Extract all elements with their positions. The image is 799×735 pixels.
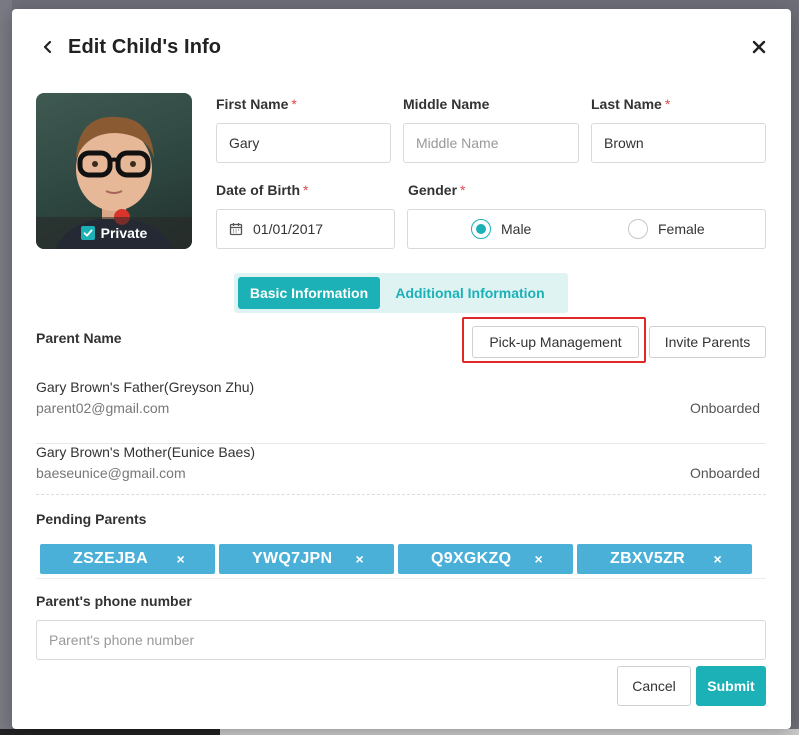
required-asterisk: *	[303, 182, 309, 198]
parent-row: Gary Brown's Mother(Eunice Baes) baeseun…	[36, 444, 766, 509]
private-label: Private	[100, 225, 148, 241]
backdrop-bottom-dark	[0, 729, 220, 735]
private-checkbox[interactable]	[80, 226, 95, 240]
middle-name-input[interactable]	[403, 123, 579, 163]
pending-parents-title: Pending Parents	[36, 511, 147, 527]
invite-parents-button[interactable]: Invite Parents	[649, 326, 766, 358]
cancel-button[interactable]: Cancel	[617, 666, 691, 706]
pending-code: ZBXV5ZR	[610, 550, 685, 567]
info-tabs: Basic Information Additional Information	[234, 273, 568, 313]
dob-label-text: Date of Birth	[216, 182, 300, 198]
parent-email: parent02@gmail.com	[36, 400, 170, 416]
parent-row: Gary Brown's Father(Greyson Zhu) parent0…	[36, 379, 766, 444]
tab-basic-information[interactable]: Basic Information	[238, 277, 380, 309]
required-asterisk: *	[460, 182, 466, 198]
last-name-label-text: Last Name	[591, 96, 662, 112]
gender-label: Gender *	[408, 182, 465, 198]
private-toggle[interactable]: Private	[36, 217, 192, 249]
parent-status: Onboarded	[689, 400, 760, 416]
pickup-management-button[interactable]: Pick-up Management	[472, 326, 639, 358]
remove-code-button[interactable]: ×	[177, 551, 185, 567]
pending-code-chip: YWQ7JPN ×	[219, 544, 394, 574]
remove-code-button[interactable]: ×	[714, 551, 722, 567]
pending-code: YWQ7JPN	[252, 550, 333, 567]
gender-female-label: Female	[658, 221, 705, 237]
parent-name: Gary Brown's Father(Greyson Zhu)	[36, 379, 255, 395]
modal-title: Edit Child's Info	[68, 35, 222, 58]
pending-code: Q9XGKZQ	[431, 550, 512, 567]
close-button[interactable]	[749, 37, 769, 57]
check-icon	[83, 229, 93, 237]
pending-code-chip: ZBXV5ZR ×	[577, 544, 752, 574]
modal-header: Edit Child's Info	[38, 35, 769, 59]
pending-codes-list: ZSZEJBA × YWQ7JPN × Q9XGKZQ × ZBXV5ZR ×	[40, 544, 752, 574]
parent-status: Onboarded	[689, 465, 760, 481]
first-name-label: First Name *	[216, 96, 297, 112]
parent-name-title: Parent Name	[36, 330, 122, 346]
pending-code-chip: ZSZEJBA ×	[40, 544, 215, 574]
backdrop-strip	[0, 0, 12, 735]
calendar-icon	[229, 223, 243, 236]
first-name-label-text: First Name	[216, 96, 289, 112]
pending-code: ZSZEJBA	[73, 550, 148, 567]
edit-child-modal: Edit Child's Info Private First Name * G…	[12, 9, 791, 729]
required-asterisk: *	[291, 96, 297, 112]
gender-male-label: Male	[501, 221, 532, 237]
chevron-left-icon	[43, 40, 52, 54]
radio-male[interactable]	[471, 219, 491, 239]
tab-additional-information[interactable]: Additional Information	[380, 277, 560, 309]
gender-option-male[interactable]: Male	[471, 219, 531, 239]
first-name-input[interactable]	[216, 123, 391, 163]
chips-divider	[36, 578, 766, 579]
submit-button[interactable]: Submit	[696, 666, 766, 706]
back-button[interactable]	[38, 37, 58, 57]
dob-label: Date of Birth *	[216, 182, 308, 198]
dob-value: 01/01/2017	[253, 221, 324, 237]
gender-option-female[interactable]: Female	[628, 219, 705, 239]
gender-label-text: Gender	[408, 182, 458, 198]
dob-input[interactable]: 01/01/2017	[216, 209, 395, 249]
radio-female[interactable]	[628, 219, 648, 239]
parent-email: baeseunice@gmail.com	[36, 465, 186, 481]
remove-code-button[interactable]: ×	[535, 551, 543, 567]
last-name-input[interactable]	[591, 123, 766, 163]
last-name-label: Last Name *	[591, 96, 670, 112]
section-divider	[36, 494, 766, 495]
phone-number-title: Parent's phone number	[36, 593, 192, 609]
middle-name-label: Middle Name	[403, 96, 490, 112]
child-photo[interactable]: Private	[36, 93, 192, 249]
parent-name: Gary Brown's Mother(Eunice Baes)	[36, 444, 255, 460]
phone-number-input[interactable]	[36, 620, 766, 660]
gender-radio-group: Male Female	[407, 209, 766, 249]
required-asterisk: *	[664, 96, 671, 112]
close-icon	[752, 40, 766, 54]
pending-code-chip: Q9XGKZQ ×	[398, 544, 573, 574]
backdrop-bottom-light	[220, 729, 799, 735]
remove-code-button[interactable]: ×	[356, 551, 364, 567]
